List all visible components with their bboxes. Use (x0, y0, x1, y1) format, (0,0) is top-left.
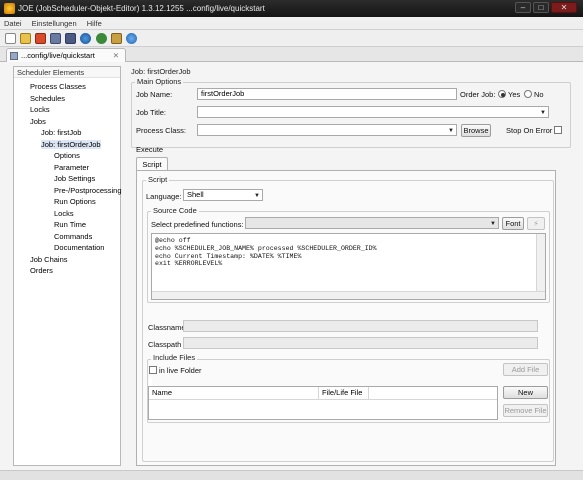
radio-empty-icon (524, 90, 532, 98)
tree-item-run-options[interactable]: Run Options (54, 196, 96, 207)
stop-on-error-checkbox[interactable] (554, 126, 562, 134)
tree-item-job-locks[interactable]: Locks (54, 208, 74, 219)
script-group-label: Script (146, 175, 170, 184)
tree-item-documentation[interactable]: Documentation (54, 242, 104, 253)
code-line: @echo off (155, 237, 191, 244)
column-header-file[interactable]: File/Life File (319, 387, 369, 400)
column-header-filler (369, 387, 497, 400)
status-bar (0, 470, 583, 480)
open-folder-icon[interactable] (35, 33, 47, 44)
menu-hilfe[interactable]: Hilfe (83, 17, 106, 30)
classname-input[interactable] (183, 320, 538, 332)
tree-item-run-time[interactable]: Run Time (54, 219, 86, 230)
radio-selected-icon (498, 90, 506, 98)
job-title-combo[interactable]: ▼ (197, 106, 549, 118)
tree-item-job-settings[interactable]: Job Settings (54, 173, 95, 184)
editor-content: Scheduler Elements Process Classes Sched… (0, 62, 583, 470)
window-title: JOE (JobScheduler-Objekt-Editor) 1.3.12.… (18, 4, 265, 13)
tree-item-locks[interactable]: Locks (30, 104, 50, 115)
tree-item-first-order-job[interactable]: Job: firstOrderJob (41, 139, 101, 150)
tab-script[interactable]: Script (136, 157, 168, 171)
tree-item-parameter[interactable]: Parameter (54, 162, 89, 173)
wand-icon: ⚡ (533, 219, 539, 228)
file-icon (10, 52, 18, 60)
new-button[interactable]: New (503, 386, 548, 399)
app-window: JOE (JobScheduler-Objekt-Editor) 1.3.12.… (0, 0, 583, 480)
editor-tab-quickstart[interactable]: ...config/live/quickstart ✕ (6, 48, 126, 62)
code-line: echo %SCHEDULER_JOB_NAME% processed %SCH… (155, 244, 377, 252)
remove-file-button[interactable]: Remove File (503, 404, 548, 417)
classname-label: Classname (148, 323, 186, 332)
predefined-functions-label: Select predefined functions: (151, 220, 244, 229)
classpath-label: Classpath (148, 340, 182, 349)
chevron-down-icon: ▼ (448, 128, 454, 134)
execute-label: Execute (136, 145, 164, 154)
scheduler-elements-tree: Scheduler Elements Process Classes Sched… (13, 66, 122, 466)
globe-icon[interactable] (80, 33, 92, 44)
horizontal-scrollbar[interactable] (152, 291, 545, 299)
language-label: Language: (146, 192, 182, 201)
source-code-label: Source Code (151, 206, 199, 215)
menu-einstellungen[interactable]: Einstellungen (28, 17, 81, 30)
process-class-combo[interactable]: ▼ (197, 124, 457, 136)
panel-title: Job: firstOrderJob (131, 67, 191, 76)
process-class-label: Process Class: (136, 126, 187, 135)
order-job-no-radio[interactable]: No (524, 90, 544, 99)
classpath-input[interactable] (183, 337, 538, 349)
font-button[interactable]: Font (502, 217, 524, 230)
maximize-icon[interactable]: □ (533, 2, 549, 13)
order-job-label: Order Job: (460, 90, 496, 99)
title-bar: JOE (JobScheduler-Objekt-Editor) 1.3.12.… (0, 0, 583, 17)
tree-header: Scheduler Elements (14, 67, 120, 78)
tree-item-orders[interactable]: Orders (30, 265, 53, 276)
editor-tab-label: ...config/live/quickstart (21, 51, 95, 60)
save-all-icon[interactable] (65, 33, 77, 44)
predefined-functions-select[interactable]: ▼ (245, 217, 499, 229)
close-icon[interactable]: ✕ (551, 2, 577, 13)
in-live-folder-checkbox[interactable] (149, 366, 157, 374)
refresh-icon[interactable] (95, 33, 107, 44)
in-live-folder-label: in live Folder (159, 366, 202, 375)
chevron-down-icon: ▼ (490, 221, 496, 227)
open-icon[interactable] (20, 33, 32, 44)
info-icon[interactable] (125, 33, 137, 44)
include-files-label: Include Files (151, 353, 198, 362)
tree-item-commands[interactable]: Commands (54, 231, 92, 242)
minimize-icon[interactable]: – (515, 2, 531, 13)
tab-close-icon[interactable]: ✕ (113, 49, 119, 62)
save-icon[interactable] (50, 33, 62, 44)
vertical-scrollbar[interactable] (536, 234, 545, 299)
editor-tab-strip: ...config/live/quickstart ✕ (0, 47, 583, 62)
tree-item-job-chains[interactable]: Job Chains (30, 254, 68, 265)
browse-button[interactable]: Browse (461, 124, 491, 137)
chevron-down-icon: ▼ (254, 193, 260, 199)
tree-item-pre-postprocessing[interactable]: Pre-/Postprocessing (54, 185, 122, 196)
code-line: echo Current Timestamp: %DATE% %TIME% (155, 252, 302, 260)
add-file-button[interactable]: Add File (503, 363, 548, 376)
column-header-name[interactable]: Name (149, 387, 319, 400)
tree-item-jobs[interactable]: Jobs (30, 116, 46, 127)
menu-datei[interactable]: Datei (0, 17, 26, 30)
job-title-label: Job Title: (136, 108, 167, 117)
main-options-label: Main Options (135, 77, 184, 86)
tools-icon[interactable] (110, 33, 122, 44)
stop-on-error-label: Stop On Error (506, 126, 553, 135)
code-line: exit %ERRORLEVEL% (155, 260, 223, 268)
tree-item-process-classes[interactable]: Process Classes (30, 81, 86, 92)
chevron-down-icon: ▼ (540, 110, 546, 116)
menu-bar: Datei Einstellungen Hilfe (0, 17, 583, 30)
source-code-editor[interactable]: @echo off echo %SCHEDULER_JOB_NAME% proc… (151, 233, 546, 300)
tree-item-options[interactable]: Options (54, 150, 80, 161)
include-files-table[interactable]: Name File/Life File (148, 386, 498, 420)
tree-item-schedules[interactable]: Schedules (30, 93, 65, 104)
job-name-label: Job Name: (136, 90, 173, 99)
language-select[interactable]: Shell ▼ (183, 189, 263, 201)
wizard-button[interactable]: ⚡ (527, 217, 545, 230)
app-logo-icon (4, 3, 15, 14)
new-icon[interactable] (5, 33, 16, 44)
job-name-input[interactable]: firstOrderJob (197, 88, 457, 100)
toolbar (0, 30, 583, 47)
tree-item-first-job[interactable]: Job: firstJob (41, 127, 81, 138)
order-job-yes-radio[interactable]: Yes (498, 90, 520, 99)
